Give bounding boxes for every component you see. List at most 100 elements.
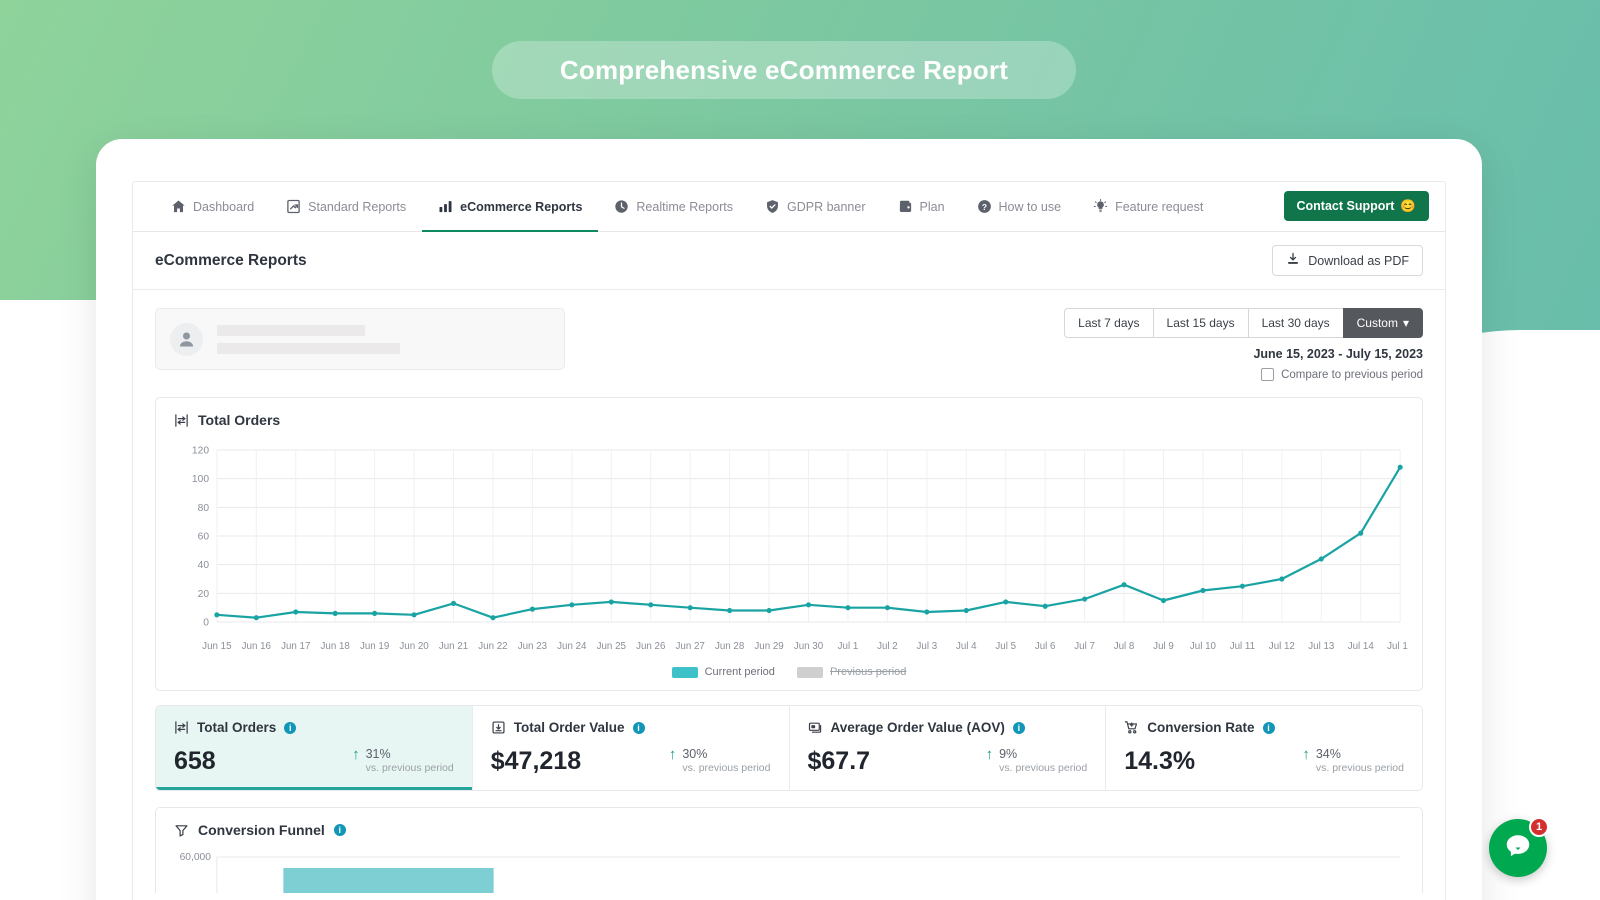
nav-label: Plan [920, 200, 945, 214]
funnel-panel-header: Conversion Funnel i [156, 808, 1422, 842]
svg-text:100: 100 [192, 474, 209, 485]
nav-label: Realtime Reports [636, 200, 733, 214]
banner-title-pill: Comprehensive eCommerce Report [492, 41, 1076, 99]
kpi-delta-sublabel: vs. previous period [999, 762, 1087, 774]
kpi-delta-text: 34% vs. previous period [1316, 747, 1404, 774]
kpi-delta-percent: 9% [999, 747, 1087, 761]
info-icon[interactable]: i [633, 722, 645, 734]
arrow-up-icon: ↑ [1302, 747, 1310, 762]
download-pdf-button[interactable]: Download as PDF [1272, 245, 1423, 276]
app-window-inner: Dashboard Standard Reports eCommerce Rep… [132, 181, 1446, 900]
kpi-delta-percent: 34% [1316, 747, 1404, 761]
nav-item-realtime-reports[interactable]: Realtime Reports [598, 182, 749, 231]
kpi-delta-percent: 31% [366, 747, 454, 761]
kpi-label: Total Order Value [514, 720, 625, 735]
download-icon [1286, 252, 1300, 269]
nav-label: Standard Reports [308, 200, 406, 214]
nav-item-how-to-use[interactable]: ? How to use [961, 182, 1078, 231]
funnel-chart-area: 60,000 [156, 842, 1422, 893]
svg-text:Jun 25: Jun 25 [597, 641, 627, 652]
info-icon[interactable]: i [334, 824, 346, 836]
kpi-delta-percent: 30% [682, 747, 770, 761]
kpi-card-conversion-rate[interactable]: Conversion Rate i 14.3% ↑ 34% vs. previo… [1105, 706, 1422, 790]
orders-icon [174, 413, 189, 428]
kpi-delta-text: 30% vs. previous period [682, 747, 770, 774]
kpi-delta: ↑ 9% vs. previous period [986, 747, 1088, 774]
nav-item-plan[interactable]: Plan [882, 182, 961, 231]
chat-widget-button[interactable]: 1 [1489, 819, 1547, 877]
user-profile-card [155, 308, 565, 370]
funnel-panel-title: Conversion Funnel [198, 822, 325, 838]
range-label: Last 30 days [1262, 316, 1330, 330]
info-icon[interactable]: i [284, 722, 296, 734]
top-controls-row: Last 7 days Last 15 days Last 30 days Cu… [155, 308, 1423, 381]
kpi-delta-text: 31% vs. previous period [366, 747, 454, 774]
order-value-icon [491, 720, 506, 735]
svg-text:Jun 28: Jun 28 [715, 641, 745, 652]
nav-item-standard-reports[interactable]: Standard Reports [270, 182, 422, 231]
svg-text:Jul 2: Jul 2 [877, 641, 898, 652]
kpi-header: Total Order Value i [491, 720, 771, 735]
kpi-value: 658 [174, 749, 216, 774]
kpi-header: Total Orders i [174, 720, 454, 735]
info-icon[interactable]: i [1013, 722, 1025, 734]
nav-item-ecommerce-reports[interactable]: eCommerce Reports [422, 182, 598, 231]
compare-previous-period-row[interactable]: Compare to previous period [1261, 368, 1423, 381]
range-button-last-30-days[interactable]: Last 30 days [1248, 308, 1344, 338]
svg-text:Jul 14: Jul 14 [1348, 641, 1375, 652]
smiley-icon: 😊 [1400, 199, 1416, 214]
page-header: eCommerce Reports Download as PDF [133, 232, 1445, 290]
nav-item-gdpr-banner[interactable]: GDPR banner [749, 182, 882, 231]
svg-text:Jun 21: Jun 21 [439, 641, 469, 652]
svg-text:Jun 20: Jun 20 [399, 641, 429, 652]
svg-text:Jul 13: Jul 13 [1308, 641, 1335, 652]
cart-icon [1124, 720, 1139, 735]
legend-item-previous-period[interactable]: Previous period [797, 666, 906, 678]
svg-text:60,000: 60,000 [180, 852, 212, 863]
home-icon [171, 199, 186, 214]
contact-support-button[interactable]: Contact Support 😊 [1284, 191, 1430, 221]
chart-panel-header: Total Orders [156, 398, 1422, 432]
range-button-last-15-days[interactable]: Last 15 days [1153, 308, 1249, 338]
main-navigation: Dashboard Standard Reports eCommerce Rep… [133, 182, 1445, 232]
svg-text:Jun 30: Jun 30 [794, 641, 824, 652]
kpi-value: $47,218 [491, 749, 581, 774]
kpi-delta-sublabel: vs. previous period [682, 762, 770, 774]
range-button-custom[interactable]: Custom ▾ [1343, 308, 1423, 338]
lightbulb-icon [1093, 199, 1108, 214]
kpi-card-total-orders[interactable]: Total Orders i 658 ↑ 31% vs. previous pe… [156, 706, 472, 790]
orders-icon [174, 720, 189, 735]
nav-item-feature-request[interactable]: Feature request [1077, 182, 1219, 231]
chart-panel-title: Total Orders [198, 412, 280, 428]
svg-text:Jul 10: Jul 10 [1190, 641, 1217, 652]
funnel-icon [174, 823, 189, 838]
date-range-controls: Last 7 days Last 15 days Last 30 days Cu… [1064, 308, 1423, 381]
svg-text:Jun 23: Jun 23 [518, 641, 548, 652]
legend-label: Current period [705, 666, 775, 678]
info-icon[interactable]: i [1263, 722, 1275, 734]
kpi-card-average-order-value[interactable]: Average Order Value (AOV) i $67.7 ↑ 9% v… [789, 706, 1106, 790]
bar-chart-icon [438, 199, 453, 214]
nav-label: eCommerce Reports [460, 200, 582, 214]
legend-item-current-period[interactable]: Current period [672, 666, 775, 678]
arrow-up-icon: ↑ [986, 747, 994, 762]
svg-text:Jun 26: Jun 26 [636, 641, 666, 652]
chart-legend: Current period Previous period [156, 662, 1422, 690]
kpi-delta-text: 9% vs. previous period [999, 747, 1087, 774]
svg-text:Jun 15: Jun 15 [202, 641, 232, 652]
compare-checkbox[interactable] [1261, 368, 1274, 381]
svg-text:Jul 12: Jul 12 [1269, 641, 1295, 652]
svg-text:80: 80 [198, 503, 210, 514]
svg-text:Jul 6: Jul 6 [1035, 641, 1056, 652]
kpi-card-total-order-value[interactable]: Total Order Value i $47,218 ↑ 30% vs. pr… [472, 706, 789, 790]
svg-text:60: 60 [198, 531, 210, 542]
range-button-last-7-days[interactable]: Last 7 days [1064, 308, 1153, 338]
nav-item-dashboard[interactable]: Dashboard [155, 182, 270, 231]
svg-text:Jul 4: Jul 4 [956, 641, 977, 652]
compare-label: Compare to previous period [1281, 369, 1423, 381]
kpi-label: Average Order Value (AOV) [831, 720, 1005, 735]
selected-date-range: June 15, 2023 - July 15, 2023 [1253, 347, 1423, 361]
svg-text:Jul 8: Jul 8 [1114, 641, 1135, 652]
svg-text:Jul 5: Jul 5 [995, 641, 1016, 652]
kpi-delta-sublabel: vs. previous period [1316, 762, 1404, 774]
